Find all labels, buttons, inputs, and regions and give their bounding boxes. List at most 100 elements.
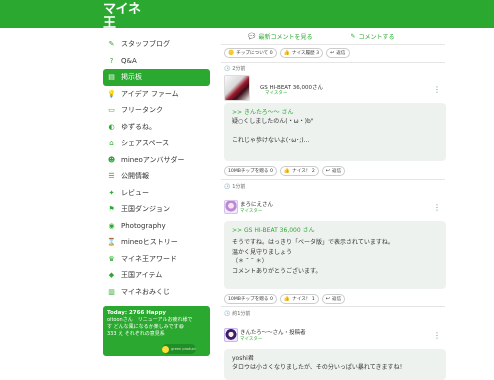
comment-bubble: >> きんたろ〜〜 さん 疑○くしましたのん(・ω・)b" これじゃ歩けないよ(… [224,103,446,161]
comment-line: これじゃ歩けないよ(･ω･;)… [232,137,310,145]
sidebar-item-history[interactable]: ⌛ mineoヒストリー [103,234,210,251]
more-options-icon[interactable]: ⋮ [433,332,441,340]
avatar[interactable] [224,200,238,214]
logo-text: マイネ王 [103,2,141,31]
divider [221,306,445,307]
comment-bubble: yoshi君 タロウは小さくなりましたが、その分いっぱい暴れてきますね！ [224,349,446,380]
green-product-badge: green product [162,344,196,354]
sidebar-item-label: 掲示板 [121,73,142,82]
sidebar-item-label: 公開情報 [121,172,149,181]
comment-actions: 10MBチップを贈る 0 👍 ナイス！ 2 ↩ 返信 [224,166,346,176]
sidebar-item-label: アイデア ファーム [121,89,179,98]
nice-history-label: ナイス履歴 3 [291,51,320,56]
today-line-1: oitoonさん リニューアルお疲れ様で [107,317,193,323]
badge-dot-icon [162,345,170,353]
sidebar-item-label: Q&A [121,56,137,65]
post-action-row: 🪙 チップについて 0 👍 ナイス履歴 3 ↩ 返信 [224,48,350,58]
reply-label: 返信 [336,51,346,56]
avatar[interactable] [224,75,250,101]
more-options-icon[interactable]: ⋮ [433,86,441,94]
comment-line: yoshi君 [232,355,254,362]
pencil-icon: ✎ [350,33,356,40]
comment-link[interactable]: ✎ コメントする [351,32,395,41]
latest-comments-link[interactable]: 💬 最新コメントを見る [248,32,313,41]
thumbs-up-icon: 👍 [283,168,291,174]
sidebar-nav: ✎ スタッフブログ? Q&A ▤ 掲示板 💡 アイデア ファーム ▭ フリータンク ◐ ゆずるね。 ⌂… [103,36,210,300]
coin-icon: 🪙 [228,50,235,56]
sidebar-item-bulletin-board[interactable]: ▤ 掲示板 [103,69,210,86]
comment-time: 🕒 2分前 [224,65,246,73]
reply-button[interactable]: ↩ 返信 [321,166,346,176]
reply-icon: ↩ [330,50,335,56]
nice-button[interactable]: 👍 ナイス！ 1 [279,294,319,304]
sidebar-item-ambassador[interactable]: ☻ mineoアンバサダー [103,152,210,169]
award-icon: ♛ [108,254,115,263]
sidebar-item-label: Photography [121,221,166,230]
nice-button[interactable]: 👍 ナイス！ 2 [279,166,319,176]
sidebar-item-label: レビュー [121,188,149,197]
sidebar-item-qa[interactable]: ? Q&A [103,53,210,70]
tip-10mb-button[interactable]: 10MBチップを贈る 0 [224,294,277,304]
ambassador-icon: ☻ [107,155,116,164]
photography-icon: ◉ [108,221,115,230]
history-icon: ⌛ [107,238,116,247]
reply-to[interactable]: >> GS HI-BEAT 36,000 さん [232,226,438,235]
share-space-icon: ⌂ [109,139,114,148]
sidebar-item-public-info[interactable]: ☰ 公開情報 [103,168,210,185]
sidebar-item-label: 王国ダンジョン [121,205,170,214]
tip-10mb-button[interactable]: 10MBチップを贈る 0 [224,166,277,176]
public-info-icon: ☰ [108,172,115,181]
today-line-3: 333 え それぞれの意見系 [107,331,165,337]
user-name[interactable]: まろにえさん [240,200,273,208]
comment-line: 温かく見守りましょう [232,248,293,256]
sidebar-item-yuzurune[interactable]: ◐ ゆずるね。 [103,119,210,136]
sidebar-item-label: フリータンク [121,106,163,115]
idea-farm-icon: 💡 [107,89,116,98]
divider [221,62,445,63]
sidebar-item-omikuji[interactable]: ▥ マイネおみくじ [103,284,210,301]
site-logo[interactable]: マイネ王 ベータ版 [103,3,147,38]
comment-line: （＊ ˘ ˘ ＊） [232,258,268,266]
reply-button[interactable]: ↩ 返信 [326,48,350,58]
yuzurune-icon: ◐ [108,122,115,131]
comment-actions: 10MBチップを贈る 0 👍 ナイス！ 1 ↩ 返信 [224,294,346,304]
chip-info-button[interactable]: 🪙 チップについて 0 [224,48,277,58]
staff-blog-icon: ✎ [108,40,115,49]
top-actions: 💬 最新コメントを見る ✎ コメントする [248,32,395,41]
reply-icon: ↩ [325,296,330,302]
app-header: マイネ王 ベータ版 [0,0,494,38]
chat-icon: 💬 [248,33,256,40]
nice-history-button[interactable]: 👍 ナイス履歴 3 [279,48,324,58]
comment-line: 疑○くしましたのん(・ω・)b" [232,118,314,126]
sidebar-item-label: スタッフブログ [121,40,170,49]
chip-info-label: チップについて 0 [236,51,273,56]
sidebar-item-share-space[interactable]: ⌂ シェアスペース [103,135,210,152]
today-happy-box[interactable]: Today: 2766 Happy oitoonさん リニューアルお疲れ様で す… [103,306,210,356]
dungeon-icon: ⚑ [108,205,115,214]
sidebar-item-label: mineoアンバサダー [121,155,185,164]
sidebar-item-label: mineoヒストリー [121,238,178,247]
sidebar-item-idea-farm[interactable]: 💡 アイデア ファーム [103,86,210,103]
qa-icon: ? [109,56,114,65]
comment-line: そうですね。はっきり「ベータ版」で表示されていますね。 [232,239,394,247]
user-name[interactable]: きんたろ〜〜さん・投稿者 [240,328,306,336]
comment-time: 🕒 1分前 [224,183,246,191]
sidebar-item-dungeon[interactable]: ⚑ 王国ダンジョン [103,201,210,218]
reply-button[interactable]: ↩ 返信 [321,294,346,304]
divider [221,44,445,45]
avatar[interactable] [224,328,238,342]
reply-to[interactable]: >> きんたろ〜〜 さん [232,108,438,117]
thumbs-up-icon: 👍 [283,296,291,302]
today-line-2: す どんな風になるか楽しみです😆 [107,324,184,330]
sidebar-item-staff-blog[interactable]: ✎ スタッフブログ [103,36,210,53]
clock-icon: 🕒 [224,65,231,72]
sidebar-item-kingdom-item[interactable]: ◆ 王国アイテム [103,267,210,284]
sidebar-item-free-tank[interactable]: ▭ フリータンク [103,102,210,119]
sidebar-item-photography[interactable]: ◉ Photography [103,218,210,235]
comment-line: タロウは小さくなりましたが、その分いっぱい暴れてきますね！ [232,364,406,372]
sidebar-item-award[interactable]: ♛ マイネ王アワード [103,251,210,268]
sidebar-item-label: シェアスペース [121,139,170,148]
sidebar-item-review[interactable]: ✦ レビュー [103,185,210,202]
more-options-icon[interactable]: ⋮ [433,204,441,212]
comment-line [232,127,438,136]
